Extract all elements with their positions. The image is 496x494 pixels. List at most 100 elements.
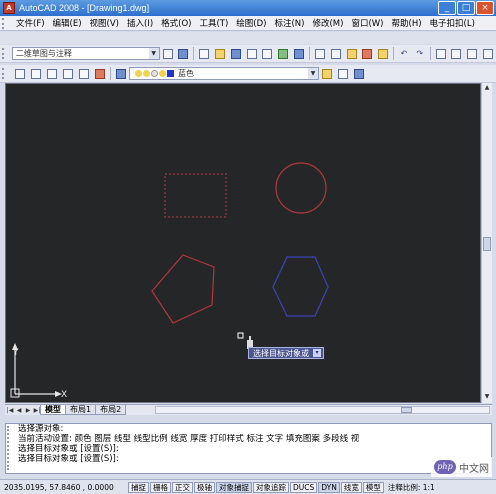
- save-icon[interactable]: [229, 47, 243, 61]
- print-icon[interactable]: [245, 47, 259, 61]
- command-grip-icon[interactable]: [7, 426, 13, 470]
- print-preview-icon[interactable]: [261, 47, 275, 61]
- layer-previous-state-icon[interactable]: [336, 67, 350, 81]
- tooltip-text: 选择目标对象或: [253, 348, 309, 358]
- layer-plot-icon: [159, 70, 166, 77]
- menu-modify[interactable]: 修改(M): [308, 17, 347, 29]
- publish-icon[interactable]: [276, 47, 290, 61]
- new-file-icon[interactable]: [197, 47, 211, 61]
- layer-freeze-icon: [143, 70, 150, 77]
- prev-tab-icon[interactable]: ◀: [15, 406, 23, 415]
- chevron-down-icon[interactable]: ▼: [148, 48, 159, 59]
- close-button[interactable]: ×: [476, 1, 494, 15]
- menu-dimension[interactable]: 标注(N): [270, 17, 308, 29]
- menu-grip-icon[interactable]: [2, 17, 10, 29]
- polar-toggle[interactable]: 极轴: [194, 481, 215, 493]
- menu-express[interactable]: 电子扣扣(L): [426, 17, 479, 29]
- workspace-combo[interactable]: 二维草图与注释 ▼: [11, 47, 160, 60]
- workspace-combo-value: 二维草图与注释: [15, 49, 72, 58]
- scroll-up-icon[interactable]: ▲: [483, 84, 491, 93]
- chevron-down-icon[interactable]: ▼: [308, 68, 318, 79]
- tab-layout1[interactable]: 布局1: [65, 405, 97, 415]
- make-current-layer-icon[interactable]: [320, 67, 334, 81]
- copy-icon[interactable]: [329, 47, 343, 61]
- layer-stack-icon[interactable]: [114, 67, 128, 81]
- title-bar: A AutoCAD 2008 - [Drawing1.dwg] _ □ ×: [0, 0, 496, 16]
- separator: [110, 67, 111, 80]
- zoom-window-icon[interactable]: [465, 47, 479, 61]
- circle-shape[interactable]: [275, 162, 327, 214]
- tool-palette-icon[interactable]: [177, 47, 191, 61]
- layer-color-label: 蓝色: [178, 69, 194, 78]
- layer-previous-icon[interactable]: [45, 67, 59, 81]
- menu-format[interactable]: 格式(O): [157, 17, 195, 29]
- site-watermark: php 中文网: [431, 457, 492, 477]
- toolbar-dock: [0, 32, 496, 44]
- maximize-button[interactable]: □: [457, 1, 475, 15]
- vertical-scroll-thumb[interactable]: [483, 237, 491, 251]
- block-editor-icon[interactable]: [376, 47, 390, 61]
- open-file-icon[interactable]: [213, 47, 227, 61]
- toolbar-grip-icon[interactable]: [2, 68, 10, 79]
- hexagon-shape[interactable]: [272, 256, 329, 317]
- grid-toggle[interactable]: 栅格: [150, 481, 171, 493]
- paste-icon[interactable]: [345, 47, 359, 61]
- menu-insert[interactable]: 插入(I): [123, 17, 157, 29]
- layer-isolate-icon[interactable]: [61, 67, 75, 81]
- menu-view[interactable]: 视图(V): [86, 17, 123, 29]
- lineweight-toggle[interactable]: 线宽: [340, 481, 362, 493]
- layer-manager-icon[interactable]: [13, 67, 27, 81]
- command-window[interactable]: 选择源对象: 当前活动设置: 颜色 图层 线型 线型比例 线宽 厚度 打印样式 …: [5, 423, 492, 474]
- menu-draw[interactable]: 绘图(D): [232, 17, 270, 29]
- layer-match-icon[interactable]: [93, 67, 107, 81]
- tooltip-arrow-icon[interactable]: ▾: [313, 349, 321, 357]
- layer-copy-icon[interactable]: [77, 67, 91, 81]
- model-toggle[interactable]: 模型: [362, 481, 384, 493]
- match-properties-icon[interactable]: [360, 47, 374, 61]
- command-prompt-line[interactable]: 选择目标对象或 [设置(S)]:: [6, 454, 491, 464]
- layer-walk-icon[interactable]: [352, 67, 366, 81]
- layer-state-icons: [135, 70, 174, 77]
- horizontal-scrollbar[interactable]: [155, 406, 490, 414]
- horizontal-scroll-thumb[interactable]: [401, 407, 412, 413]
- rectangle-shape[interactable]: [164, 173, 227, 218]
- minimize-button[interactable]: _: [438, 1, 456, 15]
- ortho-toggle[interactable]: 正交: [172, 481, 193, 493]
- drawing-canvas[interactable]: Y X: [5, 83, 481, 403]
- undo-icon[interactable]: ↶: [397, 47, 411, 61]
- drawing-svg[interactable]: Y X: [6, 84, 481, 403]
- workspace-settings-icon[interactable]: [161, 47, 175, 61]
- toolbar-grip-icon[interactable]: [2, 48, 10, 59]
- pan-icon[interactable]: [434, 47, 448, 61]
- vertical-scrollbar[interactable]: ▲ ▼: [481, 83, 492, 403]
- osnap-toggle[interactable]: 对象捕捉: [216, 481, 252, 493]
- otrack-toggle[interactable]: 对象追踪: [253, 481, 289, 493]
- next-tab-icon[interactable]: ▶: [24, 406, 32, 415]
- standard-toolbar: 二维草图与注释 ▼ ↶ ↷: [0, 45, 496, 63]
- tab-layout2[interactable]: 布局2: [95, 405, 127, 415]
- menu-tools[interactable]: 工具(T): [195, 17, 232, 29]
- snap-toggle[interactable]: 捕捉: [128, 481, 149, 493]
- menu-help[interactable]: 帮助(H): [388, 17, 426, 29]
- zoom-previous-icon[interactable]: [481, 47, 495, 61]
- layer-states-icon[interactable]: [29, 67, 43, 81]
- dyn-toggle[interactable]: DYN: [318, 481, 340, 493]
- zoom-realtime-icon[interactable]: [449, 47, 463, 61]
- menu-edit[interactable]: 编辑(E): [49, 17, 86, 29]
- ucs-y-label: Y: [12, 348, 19, 358]
- separator: [393, 47, 395, 60]
- layers-toolbar: 蓝色 ▼: [0, 65, 496, 83]
- scroll-down-icon[interactable]: ▼: [483, 393, 491, 402]
- redo-icon[interactable]: ↷: [413, 47, 427, 61]
- layer-combo[interactable]: 蓝色 ▼: [129, 67, 319, 80]
- ducs-toggle[interactable]: DUCS: [290, 481, 318, 493]
- annotation-scale[interactable]: 注释比例: 1:1: [388, 482, 435, 493]
- 3d-dwf-icon[interactable]: [292, 47, 306, 61]
- first-tab-icon[interactable]: |◀: [6, 406, 14, 415]
- menu-file[interactable]: 文件(F): [12, 17, 49, 29]
- tab-model[interactable]: 模型: [40, 405, 66, 415]
- cut-icon[interactable]: [313, 47, 327, 61]
- menu-window[interactable]: 窗口(W): [347, 17, 387, 29]
- coordinate-readout[interactable]: 2035.0195, 57.8460 , 0.0000: [0, 483, 128, 492]
- pentagon-shape[interactable]: [151, 254, 215, 324]
